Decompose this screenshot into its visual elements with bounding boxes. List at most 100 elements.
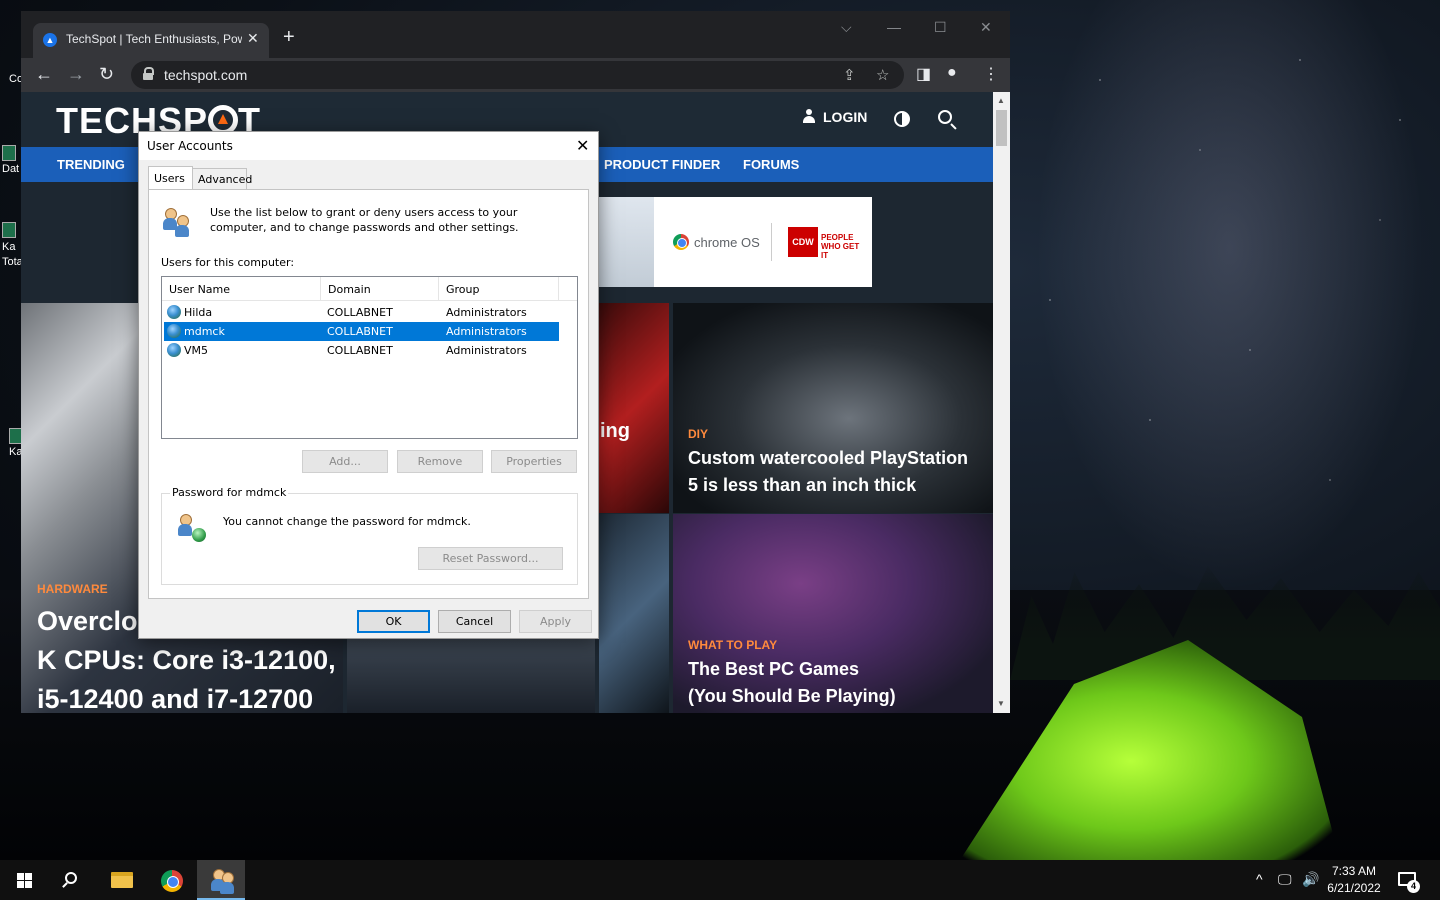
ok-button[interactable]: OK <box>357 610 430 633</box>
card-partial-red[interactable] <box>599 303 669 513</box>
cell-domain: COLLABNET <box>327 306 393 319</box>
user-accounts-taskbar-button[interactable] <box>197 860 245 900</box>
forward-button[interactable]: → <box>67 64 85 84</box>
start-button[interactable] <box>0 860 48 900</box>
advertisement-banner[interactable]: chrome OS CDW PEOPLE WHO GET IT <box>599 197 872 287</box>
nav-forums[interactable]: FORUMS <box>743 157 799 172</box>
chrome-taskbar-button[interactable] <box>148 860 196 900</box>
column-user-name[interactable]: User Name <box>162 277 321 301</box>
apply-button[interactable]: Apply <box>519 610 592 633</box>
taskbar-search-button[interactable] <box>48 860 96 900</box>
chrome-icon <box>673 234 689 250</box>
file-explorer-button[interactable] <box>98 860 146 900</box>
column-domain[interactable]: Domain <box>321 277 439 301</box>
dialog-titlebar[interactable]: User Accounts ✕ <box>139 132 598 160</box>
network-icon[interactable]: 🖵 <box>1278 871 1292 888</box>
card-category: WHAT TO PLAY <box>688 638 778 652</box>
desktop-icon-data[interactable]: Dat <box>2 145 19 175</box>
reload-button[interactable]: ↻ <box>99 64 114 84</box>
clock-time: 7:33 AM <box>1331 864 1377 878</box>
user-accounts-dialog: User Accounts ✕ Advanced Users Use the l… <box>138 131 599 639</box>
cell-domain: COLLABNET <box>327 325 393 338</box>
card-what-to-play[interactable]: WHAT TO PLAY The Best PC Games (You Shou… <box>673 514 993 713</box>
users-list-label: Users for this computer: <box>161 256 295 269</box>
card-partial-blue[interactable] <box>599 514 669 713</box>
remove-user-button[interactable]: Remove <box>397 450 483 473</box>
user-icon <box>167 343 181 357</box>
card-title-line2: K CPUs: Core i3-12100, <box>37 645 336 675</box>
cancel-button[interactable]: Cancel <box>438 610 511 633</box>
table-row-vm5[interactable]: VM5 COLLABNET Administrators <box>164 341 559 360</box>
nav-trending[interactable]: TRENDING <box>57 157 125 172</box>
password-group-label: Password for mdmck <box>170 486 289 499</box>
scroll-up-icon[interactable]: ▲ <box>997 96 1005 105</box>
dialog-close-icon[interactable]: ✕ <box>576 136 589 155</box>
ad-laptop-image <box>599 197 654 287</box>
table-row-hilda[interactable]: Hilda COLLABNET Administrators <box>164 303 559 322</box>
dialog-title: User Accounts <box>147 139 233 153</box>
maximize-button[interactable]: ☐ <box>934 19 947 36</box>
minimize-button[interactable]: — <box>887 19 901 35</box>
file-icon <box>2 145 16 161</box>
cell-group: Administrators <box>446 306 527 319</box>
browser-toolbar: ← → ↻ techspot.com ⇪ ☆ ◨ ● ⋮ <box>21 58 1010 92</box>
users-tab-panel: Use the list below to grant or deny user… <box>148 189 589 599</box>
volume-icon[interactable]: 🔊 <box>1302 871 1319 888</box>
add-user-button[interactable]: Add... <box>302 450 388 473</box>
dark-mode-toggle-icon[interactable] <box>894 111 910 127</box>
show-hidden-icons-chevron[interactable]: ^ <box>1256 871 1263 887</box>
tab-title: TechSpot | Tech Enthusiasts, Pow <box>66 32 242 46</box>
profile-icon[interactable]: ● <box>947 64 957 82</box>
tab-close-icon[interactable]: ✕ <box>247 30 259 47</box>
windows-logo-icon <box>17 873 32 888</box>
close-window-button[interactable]: ✕ <box>980 19 992 36</box>
card-category: HARDWARE <box>37 582 108 596</box>
bookmark-star-icon[interactable]: ☆ <box>876 66 889 84</box>
cell-group: Administrators <box>446 325 527 338</box>
column-group[interactable]: Group <box>439 277 559 301</box>
login-link[interactable]: LOGIN <box>803 109 867 125</box>
cell-name: Hilda <box>184 306 213 319</box>
cdw-tagline: PEOPLE WHO GET IT <box>821 233 860 260</box>
cdw-logo: CDW <box>788 227 818 257</box>
taskbar: ^ 🖵 🔊 7:33 AM 6/21/2022 4 <box>0 860 1440 900</box>
lock-icon[interactable] <box>143 67 154 80</box>
tab-techspot[interactable]: ▲ TechSpot | Tech Enthusiasts, Pow ✕ <box>33 23 269 58</box>
card-title-line3: i5-12400 and i7-12700 <box>37 684 314 713</box>
chrome-icon <box>161 870 183 892</box>
password-message: You cannot change the password for mdmck… <box>223 515 471 528</box>
table-row-mdmck[interactable]: mdmck COLLABNET Administrators <box>164 322 559 341</box>
nav-product-finder[interactable]: PRODUCT FINDER <box>604 157 720 172</box>
system-clock[interactable]: 7:33 AM 6/21/2022 <box>1318 863 1390 897</box>
menu-kebab-icon[interactable]: ⋮ <box>983 64 999 84</box>
techspot-favicon-icon: ▲ <box>43 33 57 47</box>
scroll-thumb[interactable] <box>996 110 1007 146</box>
tab-search-icon[interactable]: ⌵ <box>841 19 852 36</box>
cell-domain: COLLABNET <box>327 344 393 357</box>
user-icon <box>167 305 181 319</box>
ad-divider <box>771 223 772 261</box>
share-icon[interactable]: ⇪ <box>843 66 856 84</box>
user-icon <box>803 109 815 123</box>
back-button[interactable]: ← <box>35 64 53 84</box>
search-icon <box>65 872 77 884</box>
tab-advanced[interactable]: Advanced <box>192 168 252 189</box>
card-partial-title: ing <box>600 420 630 442</box>
notification-count-badge: 4 <box>1407 880 1420 893</box>
tab-users[interactable]: Users <box>148 166 193 189</box>
card-title: Custom watercooled PlayStation 5 is less… <box>688 448 969 495</box>
card-category: DIY <box>688 427 709 441</box>
address-bar[interactable]: techspot.com ⇪ ☆ <box>131 61 904 89</box>
users-icon <box>209 869 235 894</box>
reset-password-button[interactable]: Reset Password... <box>418 547 563 570</box>
tab-strip: ▲ TechSpot | Tech Enthusiasts, Pow ✕ + ⌵… <box>21 11 1010 58</box>
scroll-down-icon[interactable]: ▼ <box>997 699 1005 708</box>
new-tab-button[interactable]: + <box>283 27 295 47</box>
properties-button[interactable]: Properties <box>491 450 577 473</box>
users-listview[interactable]: User Name Domain Group Hilda COLLABNET A… <box>161 276 578 439</box>
intro-text: Use the list below to grant or deny user… <box>210 206 519 234</box>
page-scrollbar[interactable]: ▲ ▼ <box>993 92 1010 713</box>
card-diy[interactable]: DIY Custom watercooled PlayStation 5 is … <box>673 303 993 513</box>
side-panel-icon[interactable]: ◨ <box>916 64 931 84</box>
search-icon[interactable] <box>938 110 952 124</box>
